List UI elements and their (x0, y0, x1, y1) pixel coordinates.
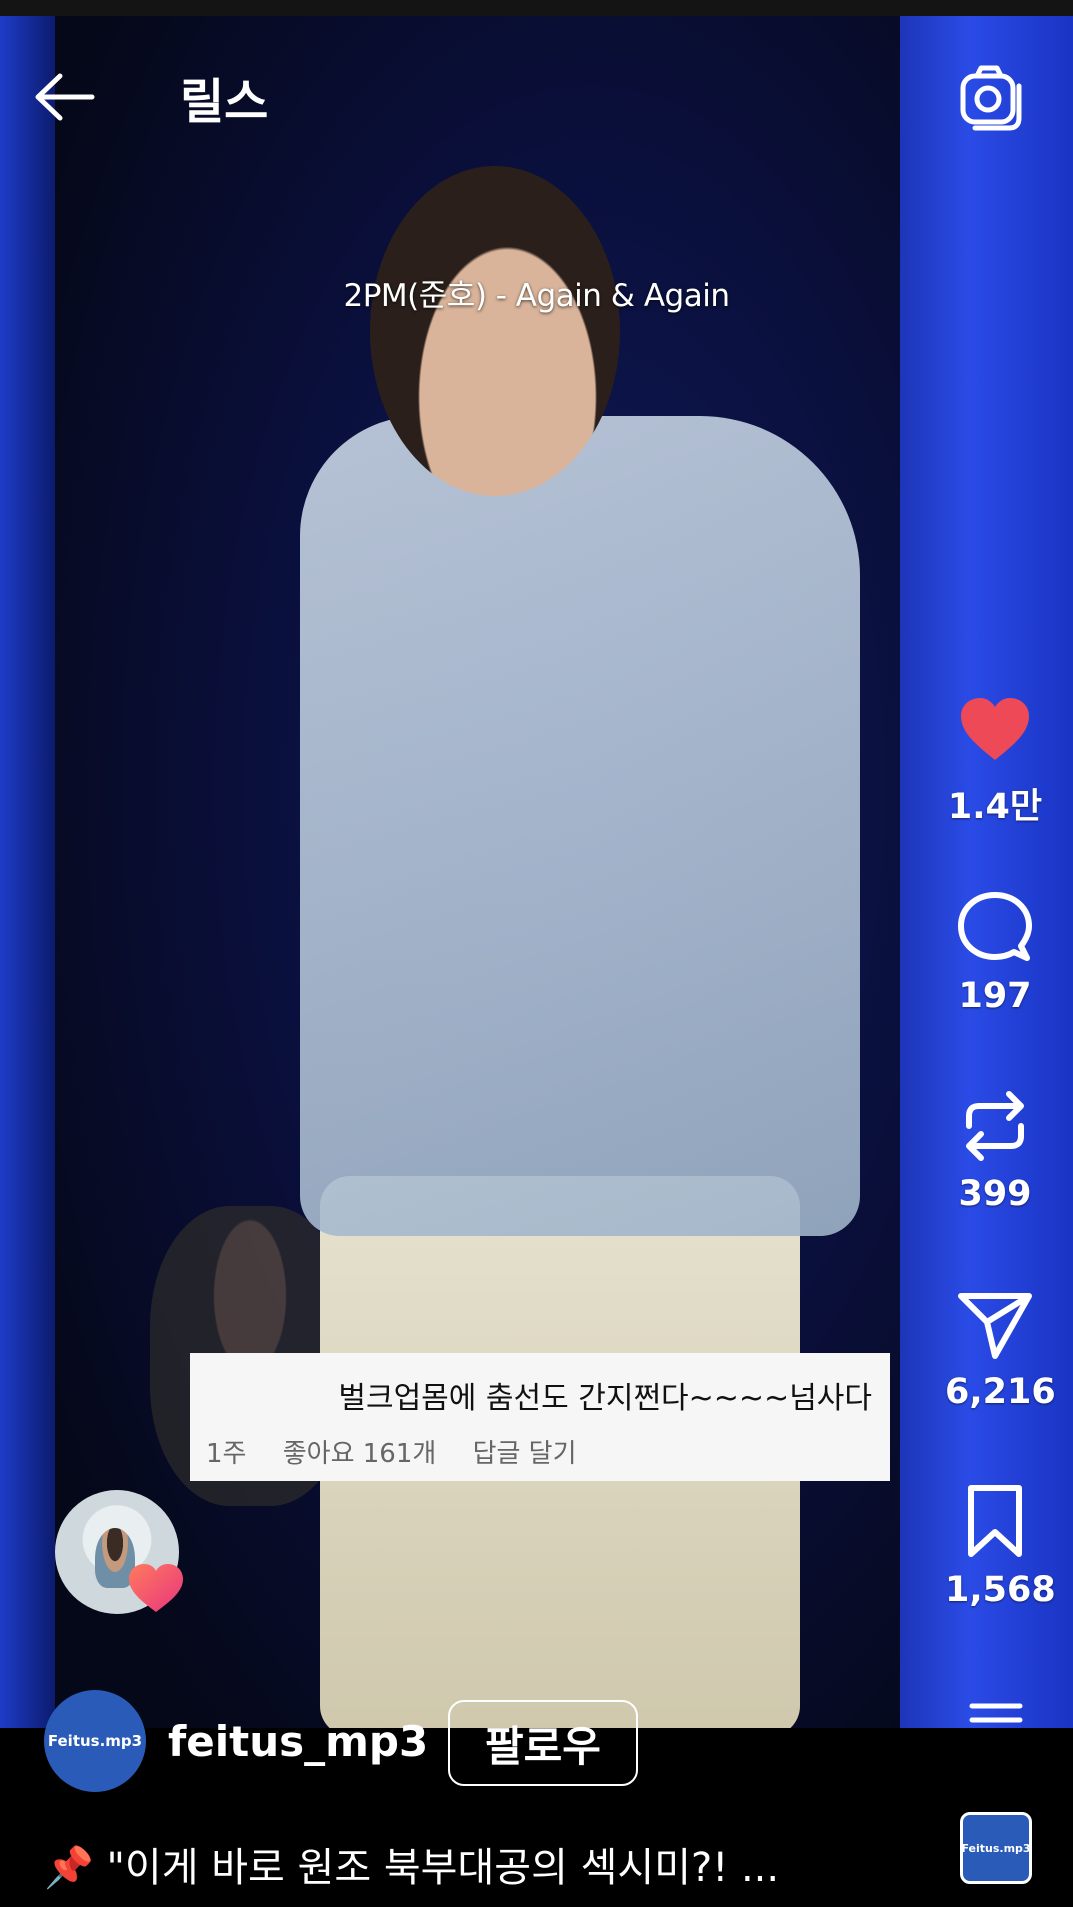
share-action[interactable]: 6,216 (945, 1284, 1056, 1412)
comment-time: 1주 (206, 1439, 247, 1469)
comment-action[interactable]: 197 (945, 888, 1045, 1016)
heart-filled-icon[interactable] (955, 690, 1035, 770)
heart-badge-icon (129, 1564, 183, 1612)
camera-icon[interactable] (955, 62, 1027, 134)
audio-thumbnail[interactable]: Feitus.mp3 (960, 1812, 1032, 1884)
repost-arrows-icon[interactable] (955, 1086, 1035, 1166)
status-bar (0, 0, 1073, 16)
author-username[interactable]: feitus_mp3 (168, 1717, 428, 1766)
comment-bubble-icon[interactable] (955, 888, 1035, 968)
repost-count: 399 (958, 1174, 1032, 1214)
page-title: 릴스 (180, 74, 269, 130)
repost-action[interactable]: 399 (945, 1086, 1045, 1214)
save-count: 1,568 (945, 1570, 1056, 1610)
comment-meta: 1주 좋아요 161개 답글 달기 (206, 1433, 605, 1470)
paper-plane-icon[interactable] (955, 1284, 1035, 1364)
comment-likes: 좋아요 161개 (282, 1439, 437, 1469)
more-menu-icon[interactable] (968, 1700, 1024, 1730)
save-action[interactable]: 1,568 (945, 1482, 1056, 1610)
performer-head (370, 166, 620, 496)
reel-caption[interactable]: 📌 "이게 바로 원조 북부대공의 섹시미?! ... (44, 1835, 779, 1893)
video-overlay-caption: 2PM(준호) - Again & Again (343, 278, 730, 314)
caption-text: "이게 바로 원조 북부대공의 섹시미?! ... (106, 1845, 780, 1891)
comment-text: 벌크업몸에 춤선도 간지쩐다~~~~넘사다 (338, 1381, 872, 1416)
share-count: 6,216 (945, 1372, 1056, 1412)
pin-icon: 📌 (44, 1845, 94, 1891)
comment-count: 197 (958, 976, 1032, 1016)
bookmark-icon[interactable] (955, 1482, 1035, 1562)
follow-button[interactable]: 팔로우 (448, 1700, 638, 1786)
arrow-left-icon[interactable] (30, 62, 100, 132)
like-count: 1.4만 (947, 787, 1043, 827)
performer-shirt (300, 416, 860, 1236)
comment-overlay-card: 벌크업몸에 춤선도 간지쩐다~~~~넘사다 1주 좋아요 161개 답글 달기 (190, 1353, 890, 1481)
author-avatar[interactable]: Feitus.mp3 (44, 1690, 146, 1792)
like-action[interactable]: 1.4만 (945, 690, 1045, 829)
comment-reply: 답글 달기 (472, 1439, 577, 1469)
